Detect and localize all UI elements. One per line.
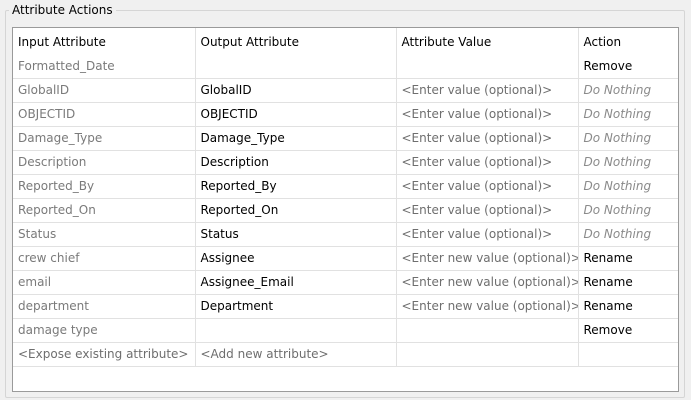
action-cell[interactable]: Do Nothing [578, 126, 678, 151]
action-cell[interactable]: Do Nothing [578, 150, 678, 175]
input-attribute-cell[interactable]: GlobalID [13, 78, 196, 103]
attribute-value-cell[interactable]: <Enter value (optional)> [396, 198, 579, 223]
output-attribute-cell[interactable]: Assignee [195, 246, 397, 271]
expose-existing-attribute-cell[interactable]: <Expose existing attribute> [13, 342, 196, 367]
attribute-value-cell[interactable]: <Enter new value (optional)> [396, 294, 579, 319]
attribute-value-cell[interactable]: <Enter value (optional)> [396, 78, 579, 103]
output-attribute-cell[interactable]: Description [195, 150, 397, 175]
action-cell[interactable]: Remove [578, 318, 678, 343]
action-cell[interactable]: Do Nothing [578, 78, 678, 103]
add-new-attribute-cell[interactable]: <Add new attribute> [195, 342, 397, 367]
column-header-attribute-value[interactable]: Attribute Value [396, 28, 579, 55]
table-row[interactable]: Reported_On Reported_On <Enter value (opti… [13, 198, 678, 223]
action-cell[interactable]: Rename [578, 294, 678, 319]
table-row[interactable]: crew chief Assignee <Enter new value (opti… [13, 246, 678, 271]
table-row[interactable]: Description Description <Enter value (opti… [13, 150, 678, 175]
action-cell[interactable]: Rename [578, 246, 678, 271]
attribute-value-cell[interactable] [396, 342, 579, 367]
action-cell[interactable]: Do Nothing [578, 174, 678, 199]
attribute-actions-table: Input Attribute Output Attribute Attribu… [12, 27, 679, 392]
input-attribute-cell[interactable]: crew chief [13, 246, 196, 271]
attribute-value-cell[interactable]: <Enter value (optional)> [396, 126, 579, 151]
output-attribute-cell[interactable]: GlobalID [195, 78, 397, 103]
attribute-value-cell[interactable]: <Enter value (optional)> [396, 150, 579, 175]
attribute-value-cell[interactable]: <Enter value (optional)> [396, 102, 579, 127]
table-row[interactable]: <Expose existing attribute> <Add new attr… [13, 342, 678, 367]
action-cell[interactable] [578, 342, 678, 367]
attribute-value-cell[interactable] [396, 318, 579, 343]
column-header-action[interactable]: Action [578, 28, 678, 55]
table-row[interactable]: Formatted_Date Remove [13, 55, 678, 79]
input-attribute-cell[interactable]: OBJECTID [13, 102, 196, 127]
action-cell[interactable]: Do Nothing [578, 222, 678, 247]
column-header-input-attribute[interactable]: Input Attribute [13, 28, 196, 55]
input-attribute-cell[interactable]: Damage_Type [13, 126, 196, 151]
action-cell[interactable]: Remove [578, 55, 678, 79]
table-row[interactable]: department Department <Enter new value (op… [13, 294, 678, 319]
attribute-grid: Input Attribute Output Attribute Attribu… [13, 28, 678, 367]
attribute-value-cell[interactable]: <Enter new value (optional)> [396, 270, 579, 295]
attribute-value-cell[interactable]: <Enter new value (optional)> [396, 246, 579, 271]
input-attribute-cell[interactable]: email [13, 270, 196, 295]
output-attribute-cell[interactable] [195, 55, 397, 79]
input-attribute-cell[interactable]: Status [13, 222, 196, 247]
group-title: Attribute Actions [9, 2, 116, 18]
output-attribute-cell[interactable] [195, 318, 397, 343]
column-header-output-attribute[interactable]: Output Attribute [195, 28, 397, 55]
input-attribute-cell[interactable]: damage type [13, 318, 196, 343]
table-row[interactable]: Reported_By Reported_By <Enter value (opti… [13, 174, 678, 199]
table-row[interactable]: GlobalID GlobalID <Enter value (optional)>… [13, 78, 678, 103]
attribute-value-cell[interactable]: <Enter value (optional)> [396, 174, 579, 199]
table-row[interactable]: Damage_Type Damage_Type <Enter value (opti… [13, 126, 678, 151]
input-attribute-cell[interactable]: Reported_On [13, 198, 196, 223]
input-attribute-cell[interactable]: Formatted_Date [13, 55, 196, 79]
table-row[interactable]: OBJECTID OBJECTID <Enter value (optional)>… [13, 102, 678, 127]
input-attribute-cell[interactable]: Description [13, 150, 196, 175]
output-attribute-cell[interactable]: Status [195, 222, 397, 247]
output-attribute-cell[interactable]: Department [195, 294, 397, 319]
output-attribute-cell[interactable]: Reported_On [195, 198, 397, 223]
action-cell[interactable]: Do Nothing [578, 102, 678, 127]
attribute-value-cell[interactable]: <Enter value (optional)> [396, 222, 579, 247]
table-row[interactable]: damage type Remove [13, 318, 678, 343]
input-attribute-cell[interactable]: department [13, 294, 196, 319]
table-row[interactable]: Status Status <Enter value (optional)> Do N… [13, 222, 678, 247]
attribute-value-cell[interactable] [396, 55, 579, 79]
action-cell[interactable]: Do Nothing [578, 198, 678, 223]
output-attribute-cell[interactable]: OBJECTID [195, 102, 397, 127]
output-attribute-cell[interactable]: Assignee_Email [195, 270, 397, 295]
table-header-row: Input Attribute Output Attribute Attribu… [13, 28, 678, 55]
action-cell[interactable]: Rename [578, 270, 678, 295]
input-attribute-cell[interactable]: Reported_By [13, 174, 196, 199]
table-row[interactable]: email Assignee_Email <Enter new value (opt… [13, 270, 678, 295]
output-attribute-cell[interactable]: Reported_By [195, 174, 397, 199]
output-attribute-cell[interactable]: Damage_Type [195, 126, 397, 151]
